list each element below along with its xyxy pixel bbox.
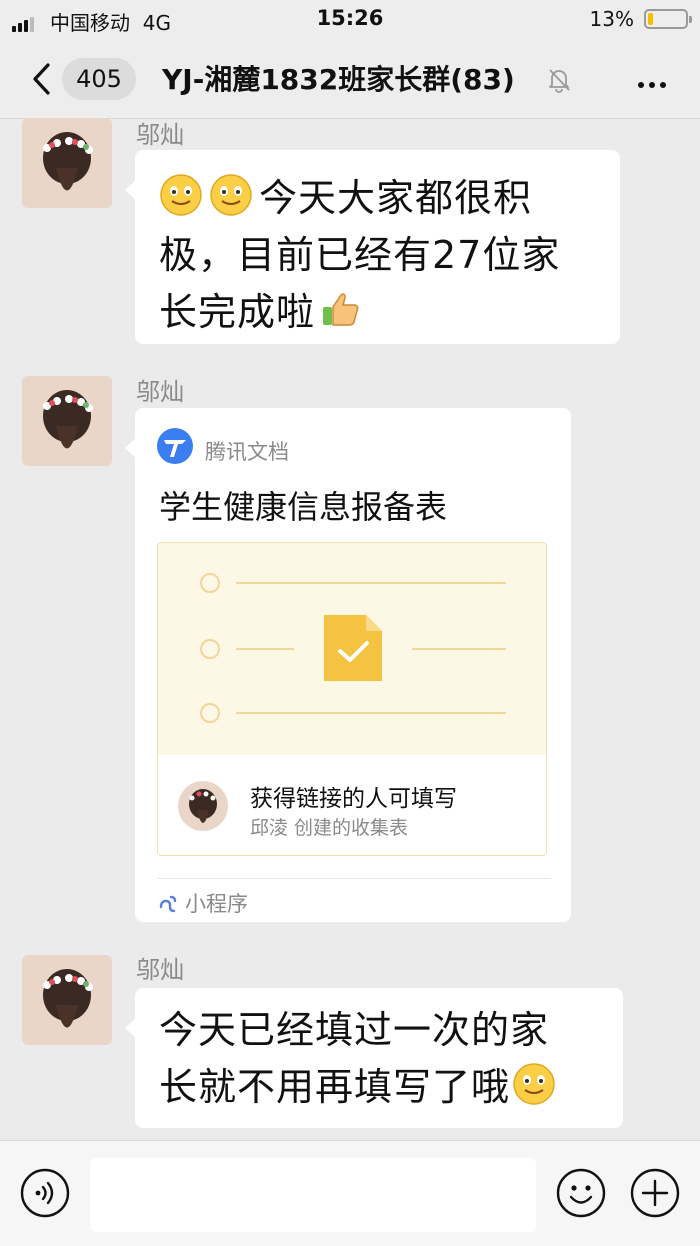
chat-title: YJ-湘麓1832班家长群(83) xyxy=(162,63,515,96)
mini-program-label: 小程序 xyxy=(157,888,248,918)
card-divider xyxy=(157,878,551,879)
avatar[interactable] xyxy=(22,118,112,208)
creator-avatar xyxy=(178,781,228,831)
avatar[interactable] xyxy=(22,955,112,1045)
message-bubble[interactable]: 今天大家都很积 极，目前已经有27位家 长完成啦 xyxy=(125,150,620,344)
doc-preview: 获得链接的人可填写 邱淩 创建的收集表 xyxy=(157,542,547,856)
message-bubble[interactable]: 今天已经填过一次的家 长就不用再填写了哦 xyxy=(125,988,623,1128)
battery-percent: 13% xyxy=(589,7,634,31)
message-text: 今天大家都很积 极，目前已经有27位家 长完成啦 xyxy=(159,170,620,341)
battery-icon xyxy=(644,9,692,29)
mini-program-icon xyxy=(159,895,177,913)
tencent-docs-icon xyxy=(157,428,193,464)
card-source: 腾讯文档 xyxy=(205,440,289,464)
message-text: 今天已经填过一次的家 长就不用再填写了哦 xyxy=(159,1002,623,1116)
smile-emoji-icon xyxy=(513,1063,555,1105)
card-creator: 邱淩 创建的收集表 xyxy=(250,817,409,839)
emoji-button-icon[interactable] xyxy=(556,1168,606,1218)
thumbs-up-emoji-icon xyxy=(323,293,359,326)
chat-header: 405 YJ-湘麓1832班家长群(83) xyxy=(0,40,700,119)
back-arrow-icon[interactable] xyxy=(30,62,52,96)
message-input[interactable] xyxy=(90,1158,536,1232)
voice-input-icon[interactable] xyxy=(20,1168,70,1218)
mute-bell-icon xyxy=(549,69,570,93)
sender-name: 邬灿 xyxy=(136,956,184,984)
form-illustration xyxy=(200,573,506,723)
card-title: 学生健康信息报备表 xyxy=(159,488,448,526)
input-bar xyxy=(0,1140,700,1246)
card-permission: 获得链接的人可填写 xyxy=(250,786,457,812)
smile-emoji-icon xyxy=(210,174,252,216)
unread-count-badge[interactable]: 405 xyxy=(62,58,136,100)
more-options-icon[interactable] xyxy=(633,73,666,92)
status-bar: 中国移动 4G 15:26 13% xyxy=(0,0,700,40)
smile-emoji-icon xyxy=(160,174,202,216)
sender-name: 邬灿 xyxy=(136,121,184,149)
sender-name: 邬灿 xyxy=(136,378,184,406)
mini-program-card[interactable]: 腾讯文档 学生健康信息报备表 获得链接的人可填写 邱淩 创建的收集表 小程序 xyxy=(125,408,571,922)
add-more-icon[interactable] xyxy=(630,1168,680,1218)
avatar[interactable] xyxy=(22,376,112,466)
